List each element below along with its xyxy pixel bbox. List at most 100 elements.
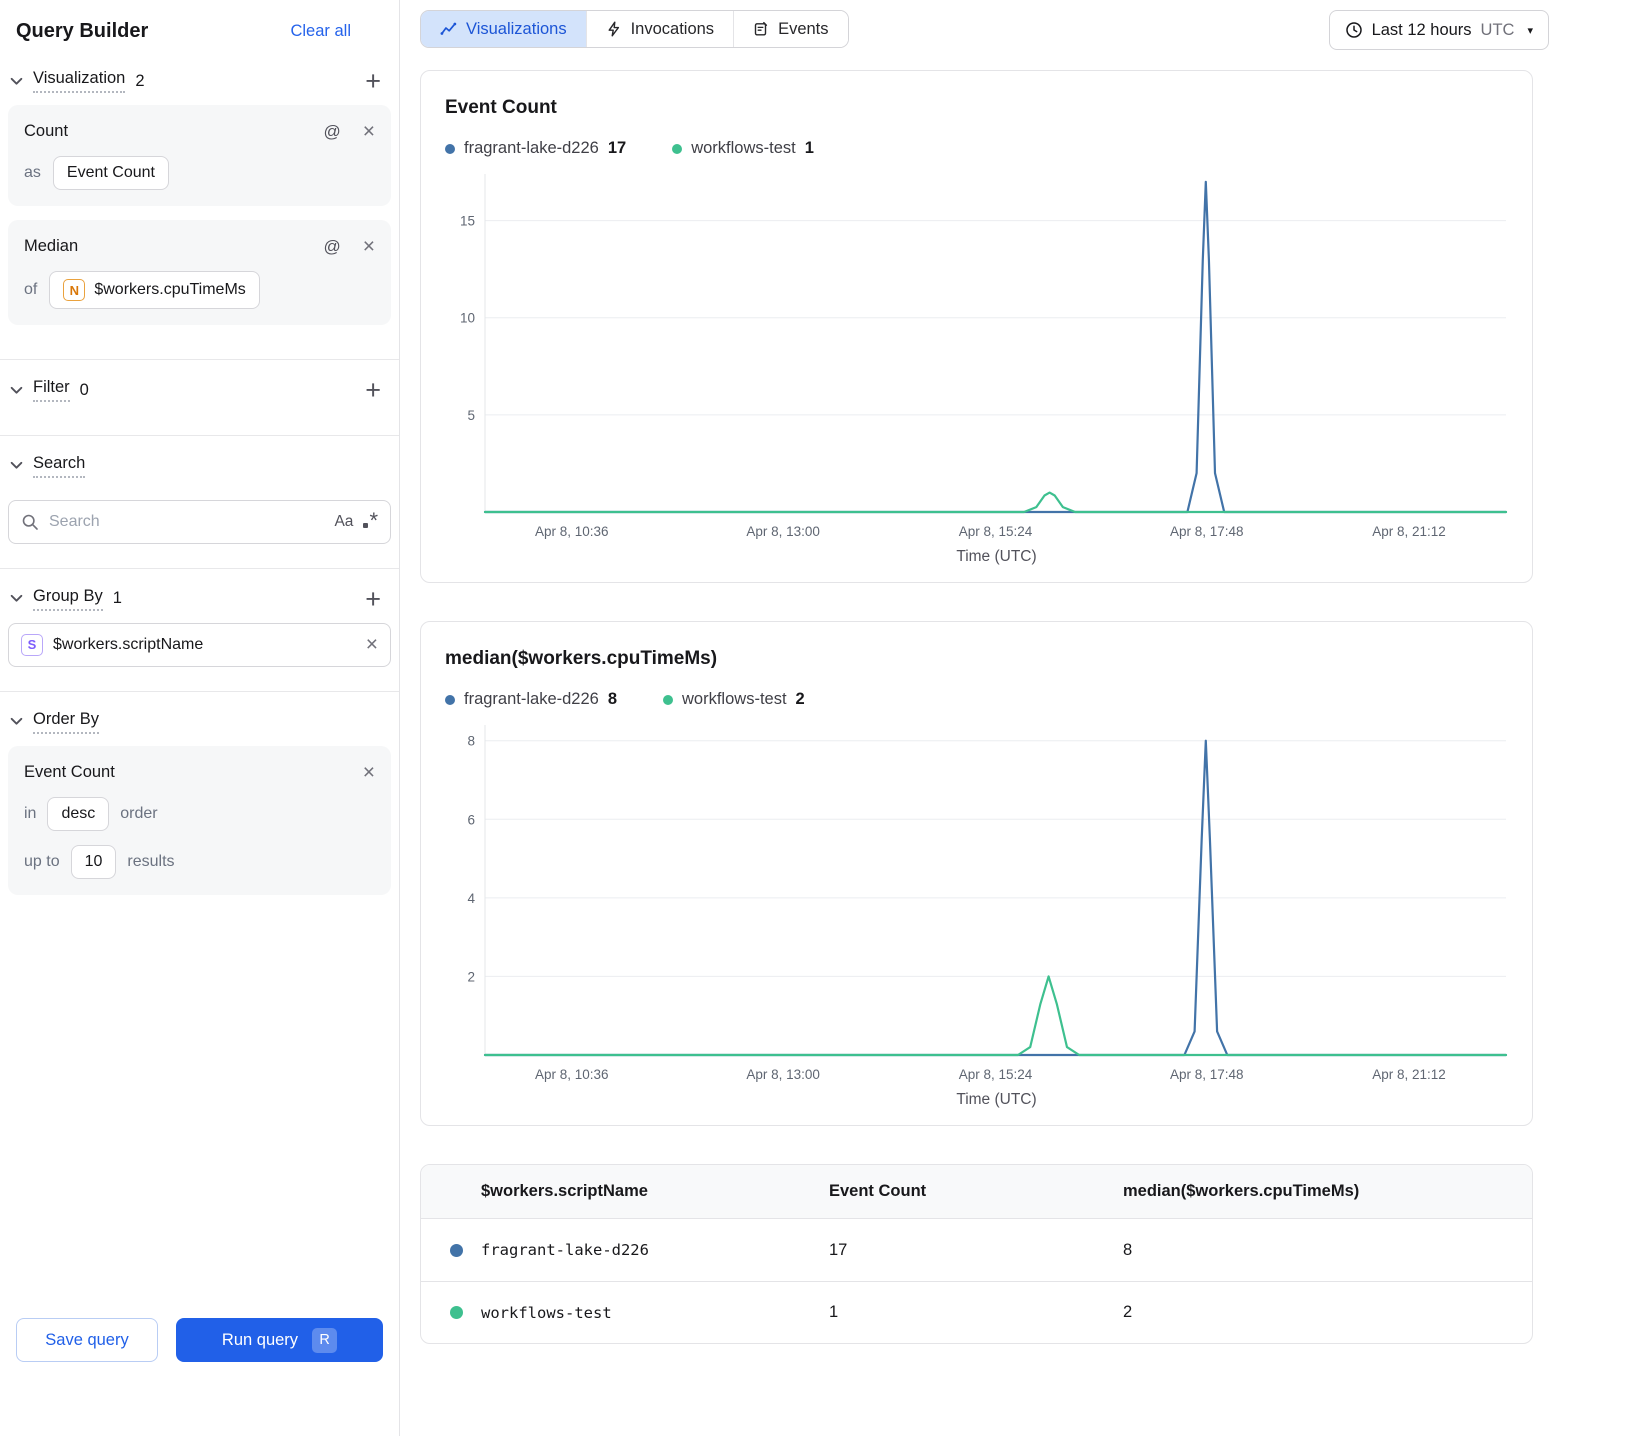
svg-text:Apr 8, 21:12: Apr 8, 21:12 bbox=[1372, 524, 1446, 539]
mention-icon[interactable]: @ bbox=[323, 237, 340, 257]
close-icon[interactable]: × bbox=[363, 762, 375, 783]
time-range-label: Last 12 hours bbox=[1371, 20, 1472, 39]
svg-text:Apr 8, 17:48: Apr 8, 17:48 bbox=[1170, 524, 1244, 539]
regex-icon[interactable]: * bbox=[363, 510, 378, 532]
up-to-label: up to bbox=[24, 852, 60, 870]
view-tabs: Visualizations Invocations Events bbox=[420, 10, 849, 48]
clock-icon bbox=[1345, 22, 1362, 38]
series-dot bbox=[450, 1306, 463, 1319]
search-input[interactable] bbox=[49, 512, 325, 531]
x-axis-label: Time (UTC) bbox=[956, 548, 1037, 565]
results-label: results bbox=[127, 852, 175, 870]
shortcut-key-badge: R bbox=[312, 1327, 338, 1353]
order-by-card: Event Count × in desc order up to 10 res… bbox=[8, 745, 391, 895]
svg-text:Apr 8, 15:24: Apr 8, 15:24 bbox=[959, 1067, 1033, 1082]
svg-text:Apr 8, 17:48: Apr 8, 17:48 bbox=[1170, 1067, 1244, 1082]
add-filter-button[interactable]: + bbox=[357, 377, 389, 404]
search-label: Search bbox=[33, 454, 86, 478]
main-header: Visualizations Invocations Events Last 1… bbox=[420, 10, 1549, 50]
timezone-label: UTC bbox=[1480, 20, 1515, 39]
legend-item[interactable]: workflows-test 1 bbox=[672, 139, 814, 158]
order-by-field: Event Count bbox=[24, 762, 115, 781]
series-name: fragrant-lake-d226 bbox=[464, 690, 599, 708]
visualization-count: 2 bbox=[135, 71, 145, 90]
event-count-chip[interactable]: Event Count bbox=[52, 156, 169, 191]
add-group-by-button[interactable]: + bbox=[357, 585, 389, 612]
filter-count: 0 bbox=[79, 380, 89, 399]
direction-chip[interactable]: desc bbox=[47, 796, 110, 831]
as-label: as bbox=[24, 164, 41, 182]
limit-chip[interactable]: 10 bbox=[70, 844, 117, 879]
events-icon bbox=[754, 21, 768, 36]
clear-all-link[interactable]: Clear all bbox=[290, 22, 351, 41]
chevron-down-icon[interactable] bbox=[10, 461, 23, 470]
legend-item[interactable]: fragrant-lake-d226 17 bbox=[445, 139, 626, 158]
tab-events[interactable]: Events bbox=[733, 11, 848, 47]
svg-text:5: 5 bbox=[467, 408, 475, 423]
chart-title: Event Count bbox=[445, 97, 557, 118]
number-type-icon: N bbox=[63, 279, 86, 302]
close-icon[interactable]: × bbox=[363, 236, 375, 257]
cpu-time-field: $workers.cpuTimeMs bbox=[94, 281, 246, 299]
count-card-title: Count bbox=[24, 122, 69, 141]
group-by-section-header: Group By 1 + bbox=[10, 585, 389, 612]
sidebar-footer: Save query Run query R bbox=[8, 1318, 391, 1362]
legend-item[interactable]: fragrant-lake-d226 8 bbox=[445, 690, 617, 709]
table-row[interactable]: workflows-test 1 2 bbox=[421, 1281, 1532, 1343]
run-query-button[interactable]: Run query R bbox=[176, 1318, 383, 1362]
tab-visualizations[interactable]: Visualizations bbox=[421, 11, 586, 47]
close-icon[interactable]: × bbox=[363, 121, 375, 142]
of-label: of bbox=[24, 281, 38, 299]
order-label: order bbox=[120, 804, 158, 822]
panel-title: Query Builder bbox=[16, 20, 149, 42]
median-card-title: Median bbox=[24, 237, 79, 256]
main-content: Visualizations Invocations Events Last 1… bbox=[400, 0, 1640, 1436]
order-by-section-header: Order By bbox=[10, 710, 389, 734]
query-builder-panel: Query Builder Clear all Visualization 2 … bbox=[0, 0, 400, 1436]
chart-legend: fragrant-lake-d226 17 workflows-test 1 bbox=[445, 139, 1508, 158]
close-icon[interactable]: × bbox=[366, 634, 378, 655]
search-box: Aa * bbox=[8, 499, 391, 544]
svg-text:2: 2 bbox=[467, 969, 475, 984]
table-header-row: $workers.scriptName Event Count median($… bbox=[421, 1165, 1532, 1219]
series-name: workflows-test bbox=[691, 139, 796, 157]
group-by-count: 1 bbox=[112, 589, 122, 608]
visualization-card-median: Median @ × of N $workers.cpuTimeMs bbox=[8, 220, 391, 326]
match-case-icon[interactable]: Aa bbox=[334, 513, 353, 531]
series-dot bbox=[672, 143, 683, 154]
filter-section-header: Filter 0 + bbox=[10, 377, 389, 404]
string-type-icon: S bbox=[21, 633, 43, 656]
line-chart-icon bbox=[440, 22, 457, 35]
chart-title: median($workers.cpuTimeMs) bbox=[445, 648, 718, 669]
chevron-down-icon[interactable] bbox=[10, 594, 23, 603]
order-by-label: Order By bbox=[33, 710, 100, 734]
chevron-down-icon[interactable] bbox=[10, 77, 23, 86]
event-count-chart-card: Event Count fragrant-lake-d226 17 workfl… bbox=[420, 70, 1533, 583]
table-row[interactable]: fragrant-lake-d226 17 8 bbox=[421, 1219, 1532, 1281]
chevron-down-icon[interactable] bbox=[10, 386, 23, 395]
event-count-cell: 1 bbox=[829, 1303, 839, 1321]
search-icon bbox=[22, 514, 38, 530]
median-cell: 2 bbox=[1123, 1303, 1133, 1321]
svg-text:8: 8 bbox=[467, 734, 475, 749]
event-count-chart: 5 10 15 Apr 8, 10:36 Apr 8, 13:00 Apr 8, 15:2… bbox=[460, 174, 1508, 539]
event-count-cell: 17 bbox=[829, 1240, 848, 1259]
chevron-down-icon[interactable] bbox=[10, 717, 23, 726]
mention-icon[interactable]: @ bbox=[323, 122, 340, 142]
legend-item[interactable]: workflows-test 2 bbox=[663, 690, 805, 709]
chart-legend: fragrant-lake-d226 8 workflows-test 2 bbox=[445, 690, 1508, 709]
visualization-card-count: Count @ × as Event Count bbox=[8, 105, 391, 207]
svg-text:15: 15 bbox=[460, 214, 475, 229]
divider bbox=[0, 359, 399, 361]
add-visualization-button[interactable]: + bbox=[357, 67, 389, 94]
svg-text:Apr 8, 10:36: Apr 8, 10:36 bbox=[535, 1067, 609, 1082]
time-range-selector[interactable]: Last 12 hours UTC ▾ bbox=[1328, 10, 1549, 50]
tab-invocations[interactable]: Invocations bbox=[585, 11, 734, 47]
cpu-time-chip[interactable]: N $workers.cpuTimeMs bbox=[49, 271, 260, 310]
group-by-chip[interactable]: S $workers.scriptName × bbox=[8, 622, 391, 667]
script-name-cell: workflows-test bbox=[481, 1303, 612, 1322]
filter-label: Filter bbox=[33, 378, 70, 403]
series-name: fragrant-lake-d226 bbox=[464, 139, 599, 157]
save-query-button[interactable]: Save query bbox=[16, 1318, 158, 1362]
series-total: 8 bbox=[607, 690, 618, 708]
